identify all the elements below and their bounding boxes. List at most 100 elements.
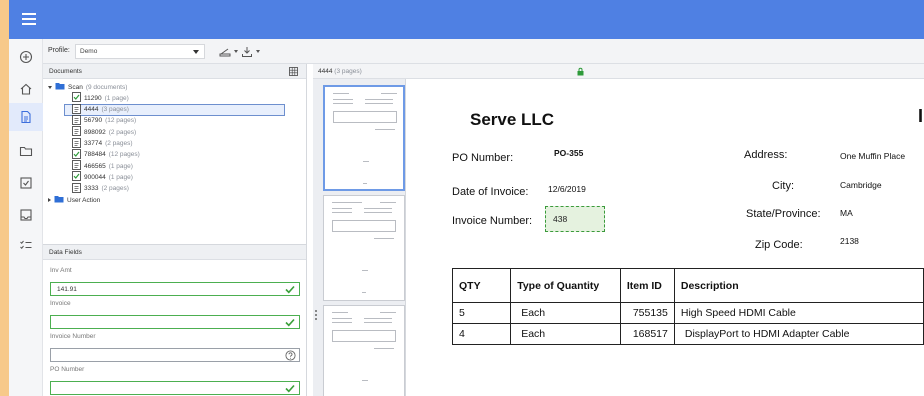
cell-item-id: 755135 — [619, 302, 675, 324]
profile-select-value: Demo — [80, 48, 98, 55]
city-label: City: — [772, 180, 794, 192]
scan-button[interactable] — [219, 45, 238, 58]
tree-item-meta: (1 page) — [108, 162, 133, 170]
tree-folder-scan[interactable]: Scan (9 documents) — [48, 81, 127, 93]
field-input[interactable] — [50, 381, 300, 395]
chevron-down-icon[interactable] — [48, 85, 52, 89]
tree-item-document[interactable]: 900044 (1 page) — [72, 171, 133, 183]
checkbox-icon[interactable] — [9, 169, 43, 197]
address-label: Address: — [744, 149, 788, 161]
verified-document-icon — [72, 171, 81, 183]
field-label: Invoice — [50, 300, 71, 307]
help-icon[interactable] — [285, 350, 296, 361]
left-navigation-rail — [9, 39, 43, 396]
inbox-icon[interactable] — [9, 201, 43, 229]
data-fields-panel: Data Fields Inv Amt 141.91 Invoice Invoice … — [43, 244, 307, 396]
tree-item-label: 898092 — [84, 128, 106, 136]
tree-item-label: 466565 — [84, 162, 106, 170]
documents-header: Documents — [43, 64, 306, 79]
hamburger-menu-icon[interactable] — [22, 13, 36, 25]
cell-description: DisplayPort to HDMI Adapter Cable — [673, 323, 924, 345]
tree-item-meta: (12 pages) — [105, 117, 137, 125]
plus-circle-icon[interactable] — [9, 43, 43, 71]
verified-document-icon — [72, 148, 81, 161]
tree-item-document[interactable]: 898092 (2 pages) — [72, 126, 136, 138]
tree-item-document[interactable]: 33774 (2 pages) — [72, 137, 133, 150]
po-number-value: PO-355 — [554, 148, 584, 158]
field-label: Invoice Number — [50, 333, 96, 340]
tree-item-meta: (2 pages) — [108, 128, 137, 136]
tree-item-label: 900044 — [84, 173, 106, 181]
verified-document-icon — [72, 92, 81, 104]
tree-item-document[interactable]: 3333 (2 pages) — [72, 182, 129, 195]
page-thumbnails — [313, 79, 406, 396]
tree-item-label: 11290 — [84, 94, 102, 102]
page-thumbnail[interactable] — [323, 305, 405, 396]
tree-item-document[interactable]: 466565 (1 page) — [72, 160, 133, 172]
field-value: 141.91 — [57, 286, 77, 293]
grid-view-icon[interactable] — [289, 67, 298, 76]
tree-item-label: 788484 — [84, 151, 106, 159]
tree-item-meta: (1 page) — [108, 173, 133, 181]
field-input[interactable] — [50, 348, 300, 362]
zip-code-label: Zip Code: — [755, 239, 803, 251]
data-fields-header-label: Data Fields — [49, 249, 82, 256]
document-viewer: Serve LLC I PO Number: PO-355 Date of In… — [407, 79, 924, 396]
field-input[interactable] — [50, 315, 300, 329]
checkmark-icon — [285, 285, 295, 294]
tree-folder-user-action[interactable]: User Action — [48, 194, 100, 206]
tree-folder-label: Scan — [68, 83, 83, 91]
documents-header-label: Documents — [49, 68, 82, 75]
viewer-doc-name: 4444 — [318, 68, 333, 75]
column-header-qty: QTY — [451, 268, 512, 303]
folder-icon[interactable] — [9, 137, 43, 165]
tree-item-document[interactable]: 56790 (12 pages) — [72, 114, 137, 127]
zip-code-value: 2138 — [840, 236, 859, 246]
download-icon — [242, 46, 252, 57]
tree-folder-label: User Action — [67, 196, 101, 204]
chevron-down-icon — [193, 50, 199, 54]
tree-item-label: 33774 — [84, 140, 103, 147]
home-icon[interactable] — [9, 75, 43, 103]
toolbar: Profile: Demo — [43, 39, 924, 64]
panel-resize-handle[interactable] — [315, 310, 317, 324]
cell-qty: 5 — [451, 302, 512, 324]
cell-type-of-quantity: Each — [510, 302, 621, 324]
field-input[interactable]: 141.91 — [50, 282, 300, 296]
cell-description: High Speed HDMI Cable — [673, 302, 924, 324]
profile-select[interactable]: Demo — [75, 44, 205, 59]
invoice-line-items-table: QTY Type of Quantity Item ID Description… — [451, 268, 924, 345]
page-thumbnail[interactable] — [323, 195, 405, 301]
document-icon — [72, 182, 81, 195]
tree-item-document[interactable]: 11290 (1 page) — [72, 92, 129, 104]
tree-item-label: 4444 — [84, 106, 99, 114]
chevron-right-icon[interactable] — [48, 198, 51, 202]
address-value: One Muffin Place — [840, 151, 906, 161]
table-header-row: QTY Type of Quantity Item ID Description — [451, 268, 924, 303]
import-button[interactable] — [241, 45, 260, 58]
page-thumbnail[interactable] — [323, 85, 405, 191]
viewer-doc-meta: (3 pages) — [334, 68, 362, 75]
checkmark-icon — [285, 318, 295, 327]
column-header-item-id: Item ID — [619, 268, 675, 303]
tree-item-document[interactable]: 4444 (3 pages) — [64, 103, 285, 116]
tree-item-meta: (12 pages) — [108, 151, 140, 159]
field-label: Inv Amt — [50, 267, 72, 274]
po-number-label: PO Number: — [452, 152, 514, 164]
state-label: State/Province: — [746, 208, 821, 220]
tree-item-document[interactable]: 788484 (12 pages) — [72, 148, 140, 161]
invoice-number-highlight[interactable]: 438 — [545, 206, 605, 232]
table-row: 5 Each 755135 High Speed HDMI Cable — [451, 302, 924, 324]
viewer-header: 4444 (3 pages) — [313, 64, 924, 79]
chevron-down-icon — [256, 50, 260, 53]
data-fields-header: Data Fields — [43, 245, 306, 260]
tree-item-meta: (3 pages) — [101, 106, 129, 114]
document-icon[interactable] — [9, 103, 43, 131]
invoice-number-label: Invoice Number: — [452, 215, 533, 227]
document-icon — [72, 137, 81, 150]
column-header-type-of-quantity: Type of Quantity — [510, 268, 621, 303]
field-label: PO Number — [50, 366, 85, 373]
tree-item-meta: (1 page) — [104, 94, 129, 102]
checklist-icon[interactable] — [9, 231, 43, 259]
folder-icon — [55, 82, 65, 92]
